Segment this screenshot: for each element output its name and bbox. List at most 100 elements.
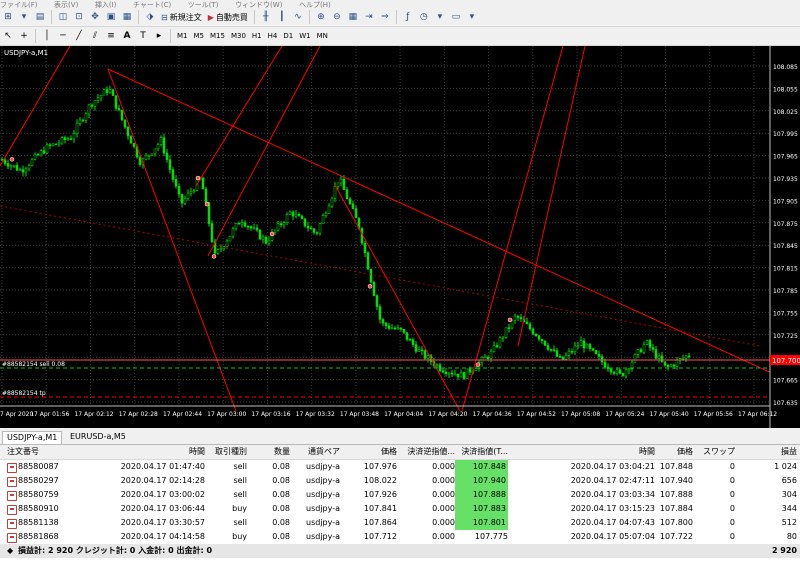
candle-body (609, 368, 613, 373)
zoom-out-icon[interactable]: ⊖ (330, 10, 344, 24)
timeframe-m15[interactable]: M15 (207, 30, 228, 43)
timeframe-d1[interactable]: D1 (280, 30, 296, 43)
cell-close-price: 107.940 (659, 476, 693, 485)
timeframe-h4[interactable]: H4 (265, 30, 281, 43)
data-window-icon[interactable]: ⊡ (72, 10, 86, 24)
auto-trade-button[interactable]: ▶ 自動売買 (206, 10, 250, 24)
candle-body (666, 364, 670, 367)
candle-body (48, 144, 52, 147)
time-tick-label: 17 Apr 01:56 (30, 411, 69, 418)
dropdown-arrow-icon[interactable]: ▾ (433, 10, 447, 24)
col-profit[interactable]: 損益 (735, 445, 797, 459)
candle-body (186, 192, 190, 199)
trendline[interactable] (517, 46, 586, 347)
timeframe-m30[interactable]: M30 (228, 30, 249, 43)
indicators-icon[interactable]: ƒ (401, 10, 415, 24)
trade-marker[interactable] (211, 254, 217, 259)
candle-body (435, 364, 439, 366)
col-time[interactable]: 時間 (110, 445, 205, 459)
trendline[interactable] (334, 184, 461, 412)
trade-marker[interactable] (269, 231, 275, 237)
zoom-in-icon[interactable]: ⊕ (314, 10, 328, 24)
channel-line[interactable] (0, 205, 761, 347)
timeframe-mn[interactable]: MN (314, 30, 331, 43)
tab-eurusd[interactable]: EURUSD-a,M5 (66, 431, 130, 443)
table-row[interactable]: 88581138 2020.04.17 03:30:57 sell 0.08 usdjp… (0, 516, 800, 530)
table-row[interactable]: 88580297 2020.04.17 02:14:28 sell 0.08 usdjp… (0, 474, 800, 488)
vertical-line-icon[interactable]: │ (40, 29, 54, 43)
table-row[interactable]: 88580087 2020.04.17 01:47:40 sell 0.08 usdjp… (0, 460, 800, 474)
cell-close-time: 2020.04.17 03:03:34 (570, 490, 655, 499)
trade-marker[interactable] (195, 175, 201, 181)
label-icon[interactable]: T (136, 29, 150, 43)
market-watch-icon[interactable]: ◫ (56, 10, 70, 24)
horizontal-line-icon[interactable]: ─ (56, 29, 70, 43)
timeframe-m5[interactable]: M5 (191, 30, 208, 43)
bar-chart-icon[interactable]: ╫ (259, 10, 273, 24)
arrow-icon[interactable]: ▸ (152, 29, 166, 43)
trade-marker[interactable] (507, 317, 513, 323)
line-chart-icon[interactable]: ∿ (291, 10, 305, 24)
templates-icon[interactable]: ▭ (449, 10, 463, 24)
meta-editor-icon[interactable]: ⬗ (143, 10, 157, 24)
table-row[interactable]: 88580759 2020.04.17 03:00:02 sell 0.08 usdjp… (0, 488, 800, 502)
col-close-time[interactable]: 時間 (560, 445, 655, 459)
cell-time: 2020.04.17 01:47:40 (120, 462, 205, 471)
col-swap[interactable]: スワップ (693, 445, 735, 459)
col-close-price[interactable]: 価格 (655, 445, 693, 459)
crosshair-icon[interactable]: + (17, 29, 31, 43)
price-tick-label: 107.905 (773, 198, 798, 205)
cell-profit: 344 (781, 504, 797, 513)
col-type[interactable]: 取引種別 (205, 445, 247, 459)
tab-usdjpy[interactable]: USDJPY-a,M1 (2, 431, 63, 444)
candle-body (441, 370, 445, 373)
tile-windows-icon[interactable]: ▦ (346, 10, 360, 24)
navigator-icon[interactable]: ✥ (88, 10, 102, 24)
profiles-icon[interactable]: ▤ (33, 10, 47, 24)
cell-order: 88580297 (18, 476, 59, 485)
candle-body (585, 344, 589, 349)
trendline[interactable] (195, 46, 283, 187)
new-order-button[interactable]: ⊟ 新規注文 (159, 10, 204, 24)
trendline[interactable] (0, 46, 71, 167)
text-icon[interactable]: A (120, 29, 134, 43)
candle-body (78, 119, 82, 124)
new-chart-icon[interactable]: ⊞ (1, 10, 15, 24)
col-volume[interactable]: 数量 (247, 445, 290, 459)
periods-icon[interactable]: ◷ (417, 10, 431, 24)
table-row[interactable]: 88581868 2020.04.17 04:14:58 buy 0.08 usdjpy… (0, 530, 800, 544)
cell-price: 107.712 (363, 532, 397, 541)
price-chart[interactable]: 108.085 108.055 108.025 107.995 107.965 107.9… (0, 46, 800, 428)
col-price[interactable]: 価格 (340, 445, 397, 459)
equidistant-channel-icon[interactable]: ⫽ (88, 29, 102, 43)
col-tp[interactable]: 決済指値(T... (455, 445, 508, 459)
trendline[interactable] (461, 46, 564, 412)
candle-body (411, 339, 415, 345)
candle-body (237, 223, 241, 225)
trade-marker[interactable] (367, 284, 373, 289)
autoscroll-icon[interactable]: ⇒ (378, 10, 392, 24)
chart-canvas[interactable]: 108.085 108.055 108.025 107.995 107.965 107.9… (0, 46, 800, 428)
col-symbol[interactable]: 通貨ペア (290, 445, 340, 459)
dropdown-arrow-icon[interactable]: ▾ (17, 10, 31, 24)
col-sl[interactable]: 決済逆指値... (397, 445, 455, 459)
tester-icon[interactable]: ▦ (120, 10, 134, 24)
fibonacci-icon[interactable]: ≡ (104, 29, 118, 43)
timeframe-h1[interactable]: H1 (249, 30, 265, 43)
chart-shift-icon[interactable]: ⇥ (362, 10, 376, 24)
candle-body (669, 364, 673, 367)
trade-marker[interactable] (9, 157, 15, 162)
candle-body (378, 306, 382, 320)
timeframe-m1[interactable]: M1 (174, 30, 191, 43)
dropdown-arrow-icon[interactable]: ▾ (465, 10, 479, 24)
trendline[interactable] (207, 46, 321, 257)
trade-marker[interactable] (475, 362, 481, 367)
trade-marker[interactable] (204, 201, 210, 207)
cursor-icon[interactable]: ↖ (1, 29, 15, 43)
timeframe-w1[interactable]: W1 (296, 30, 313, 43)
candlestick-icon[interactable]: ┃ (275, 10, 289, 24)
trendline-icon[interactable]: ╱ (72, 29, 86, 43)
col-order[interactable]: 注文番号 (7, 445, 39, 459)
table-row[interactable]: 88580910 2020.04.17 03:06:44 buy 0.08 usdjpy… (0, 502, 800, 516)
terminal-icon[interactable]: ▣ (104, 10, 118, 24)
